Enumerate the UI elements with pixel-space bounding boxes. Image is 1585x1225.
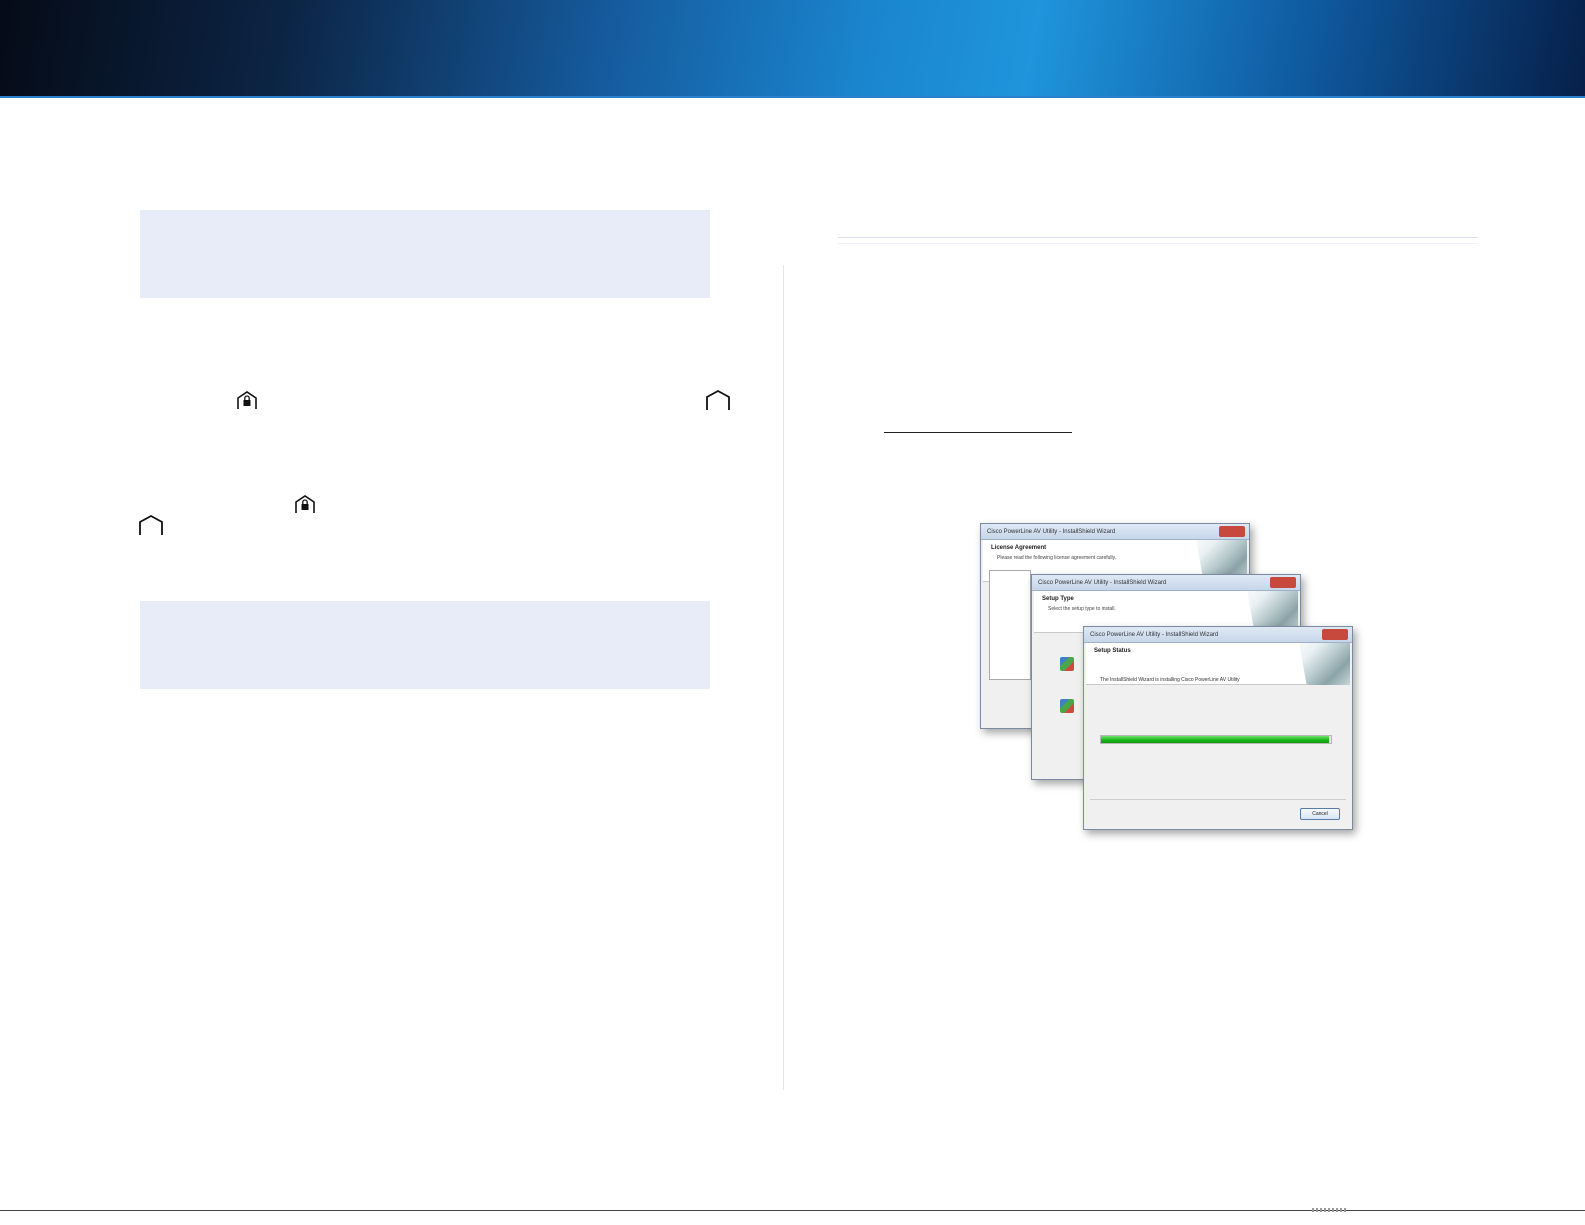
window-title: Cisco PowerLine AV Utility - InstallShie… bbox=[981, 524, 1249, 540]
section-rule bbox=[838, 243, 1478, 244]
window-title: Cisco PowerLine AV Utility - InstallShie… bbox=[1084, 627, 1352, 643]
home-icon bbox=[139, 514, 163, 535]
window-header-title: License Agreement bbox=[991, 545, 1047, 551]
package-icon bbox=[1060, 699, 1074, 713]
close-icon bbox=[1322, 629, 1348, 640]
window-footer-rule bbox=[1090, 799, 1346, 800]
window-header-subtitle: Please read the following license agreem… bbox=[997, 555, 1117, 561]
window-header-title: Setup Status bbox=[1094, 648, 1131, 654]
progress-bar bbox=[1100, 735, 1332, 744]
column-divider bbox=[783, 265, 784, 1090]
home-lock-icon bbox=[295, 495, 315, 513]
header-banner bbox=[0, 0, 1585, 96]
window-header-subtitle: Select the setup type to install. bbox=[1048, 606, 1116, 612]
window-header-title: Setup Type bbox=[1042, 596, 1074, 602]
section-rule bbox=[838, 237, 1478, 238]
note-box bbox=[140, 601, 710, 689]
license-text-area bbox=[989, 570, 1031, 680]
note-box bbox=[140, 210, 710, 298]
window-title: Cisco PowerLine AV Utility - InstallShie… bbox=[1032, 575, 1300, 591]
cancel-button[interactable]: Cancel bbox=[1300, 808, 1340, 820]
header-rule bbox=[0, 96, 1585, 98]
package-icon bbox=[1060, 657, 1074, 671]
close-icon bbox=[1270, 577, 1296, 588]
home-lock-icon bbox=[237, 391, 257, 409]
close-icon bbox=[1219, 526, 1245, 537]
status-text: The InstallShield Wizard is installing C… bbox=[1100, 677, 1240, 683]
home-icon bbox=[706, 389, 730, 410]
link-underline bbox=[884, 432, 1072, 433]
wizard-art-icon bbox=[1299, 643, 1350, 685]
page-number-mark bbox=[1312, 1208, 1348, 1212]
setup-status-window: Cisco PowerLine AV Utility - InstallShie… bbox=[1083, 626, 1353, 830]
progress-bar-fill bbox=[1101, 736, 1329, 743]
